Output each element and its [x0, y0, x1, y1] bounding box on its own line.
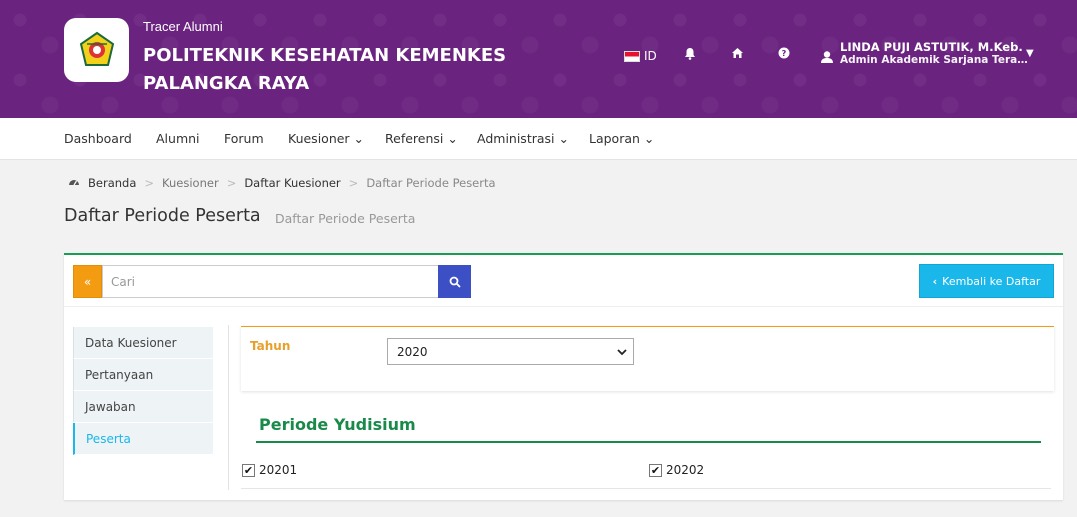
language-label: ID	[644, 49, 657, 63]
tahun-select-value: 2020	[397, 344, 428, 359]
main-navbar: Dashboard Alumni Forum Kuesioner ⌄ Refer…	[0, 118, 1077, 160]
page-title: Daftar Periode Peserta	[64, 206, 261, 226]
app-title: POLITEKNIK KESEHATAN KEMENKES PALANGKA R…	[143, 45, 507, 94]
side-item-pertanyaan[interactable]: Pertanyaan	[73, 359, 213, 391]
search-input[interactable]	[102, 265, 439, 298]
nav-laporan[interactable]: Laporan ⌄	[589, 131, 654, 146]
breadcrumb-current: Daftar Periode Peserta	[366, 176, 496, 190]
help-icon[interactable]: ?	[778, 47, 790, 63]
chevron-down-icon	[617, 345, 627, 359]
divider	[241, 488, 1051, 489]
breadcrumb-daftar-kuesioner[interactable]: Daftar Kuesioner	[244, 176, 340, 190]
divider	[228, 325, 229, 490]
checkbox-item[interactable]: ✔ 20201	[242, 463, 297, 477]
page-subtitle: Daftar Periode Peserta	[275, 211, 416, 226]
search-icon	[449, 276, 461, 288]
dashboard-icon	[68, 176, 80, 190]
breadcrumb-home[interactable]: Beranda	[88, 176, 136, 190]
panel-toolbar: « ‹ Kembali ke Daftar	[64, 255, 1063, 307]
user-icon	[820, 49, 834, 68]
nav-forum[interactable]: Forum	[224, 131, 264, 146]
nav-referensi[interactable]: Referensi ⌄	[385, 131, 458, 146]
double-chevron-left-icon: «	[83, 274, 92, 289]
back-to-list-label: Kembali ke Daftar	[942, 274, 1041, 288]
emblem-icon	[79, 31, 114, 66]
nav-alumni[interactable]: Alumni	[156, 131, 200, 146]
nav-dashboard[interactable]: Dashboard	[64, 131, 132, 146]
back-button[interactable]: «	[73, 265, 102, 298]
breadcrumb-separator: >	[226, 176, 237, 190]
checkbox-label: 20202	[666, 463, 705, 477]
language-switcher[interactable]: ID	[624, 49, 657, 63]
app-subtitle: Tracer Alumni	[143, 19, 223, 34]
user-name: LINDA PUJI ASTUTIK, M.Keb.	[840, 40, 1023, 54]
section-title: Periode Yudisium	[259, 415, 416, 434]
side-item-data-kuesioner[interactable]: Data Kuesioner	[73, 327, 213, 359]
checkbox-item[interactable]: ✔ 20202	[649, 463, 704, 477]
svg-text:?: ?	[782, 49, 787, 58]
filter-label: Tahun	[250, 339, 291, 353]
content-panel: « ‹ Kembali ke Daftar Data Kuesioner Per…	[64, 253, 1063, 500]
side-menu: Data Kuesioner Pertanyaan Jawaban Pesert…	[73, 327, 213, 455]
flag-icon	[624, 50, 640, 62]
checkbox-label: 20201	[259, 463, 298, 477]
breadcrumb-separator: >	[348, 176, 359, 190]
section-divider	[256, 441, 1041, 443]
side-item-jawaban[interactable]: Jawaban	[73, 391, 213, 423]
nav-administrasi[interactable]: Administrasi ⌄	[477, 131, 569, 146]
checkbox[interactable]: ✔	[649, 463, 662, 477]
top-header: Tracer Alumni POLITEKNIK KESEHATAN KEMEN…	[0, 0, 1077, 118]
chevron-left-icon: ‹	[932, 274, 938, 288]
bell-icon[interactable]	[684, 47, 696, 64]
breadcrumb-kuesioner[interactable]: Kuesioner	[162, 176, 219, 190]
tahun-select[interactable]: 2020	[387, 338, 634, 365]
breadcrumb: Beranda > Kuesioner > Daftar Kuesioner >…	[68, 176, 496, 190]
filter-box: Tahun 2020	[241, 326, 1054, 391]
user-menu[interactable]: LINDA PUJI ASTUTIK, M.Keb. Admin Akademi…	[820, 40, 1028, 68]
breadcrumb-separator: >	[144, 176, 155, 190]
side-item-peserta[interactable]: Peserta	[73, 423, 213, 455]
logo[interactable]	[64, 18, 129, 82]
caret-down-icon[interactable]: ▼	[1026, 48, 1034, 59]
search-button[interactable]	[438, 265, 471, 298]
user-role: Admin Akademik Sarjana Tera…	[840, 54, 1028, 66]
home-icon[interactable]	[731, 47, 744, 63]
checkbox[interactable]: ✔	[242, 463, 255, 477]
nav-kuesioner[interactable]: Kuesioner ⌄	[288, 131, 364, 146]
back-to-list-button[interactable]: ‹ Kembali ke Daftar	[919, 264, 1054, 298]
